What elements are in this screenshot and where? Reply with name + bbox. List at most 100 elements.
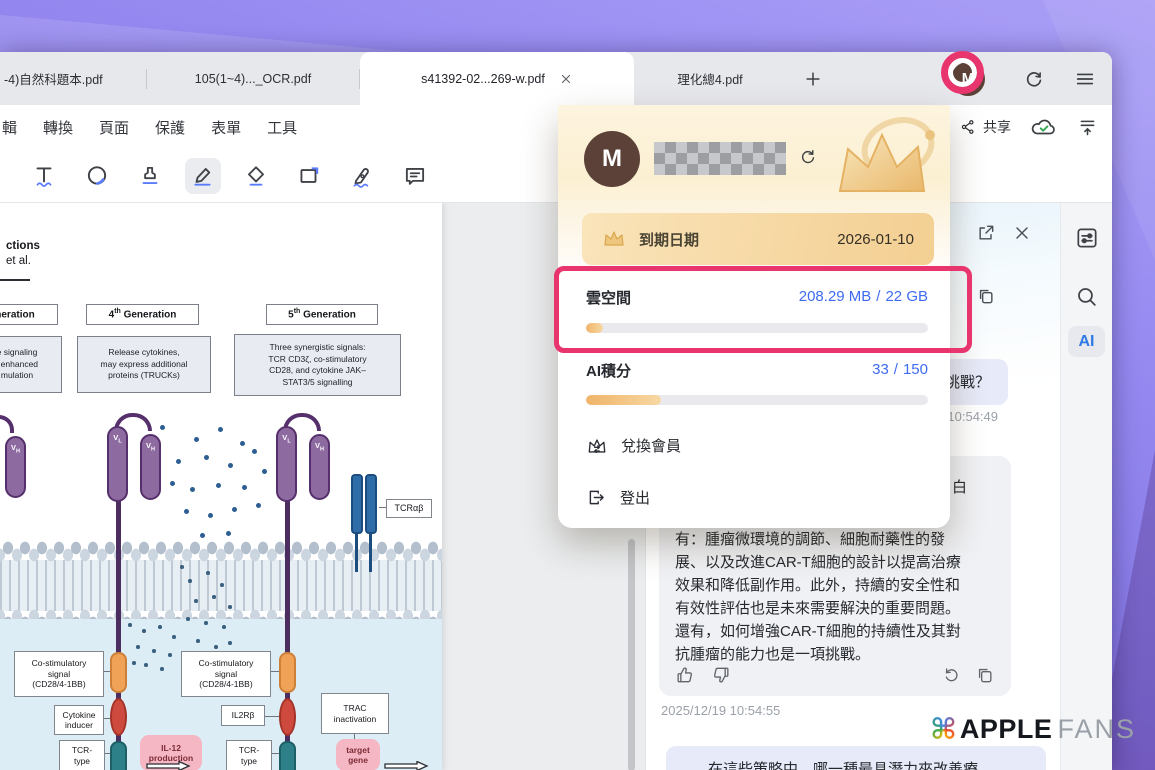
share-label: 共享 — [983, 119, 1011, 135]
label-connector — [271, 671, 279, 672]
tab-document-2[interactable]: 105(1~4)..._OCR.pdf — [147, 52, 359, 105]
right-tool-rail: AI — [1060, 203, 1112, 770]
ai-credits-progress-track — [586, 395, 928, 405]
copy-chat-icon[interactable] — [976, 286, 996, 306]
crown-icon — [604, 231, 624, 246]
tab-close-icon[interactable] — [559, 72, 573, 86]
collapse-toolbar-icon[interactable] — [1077, 117, 1098, 138]
highlight-annotation-ring — [941, 51, 984, 94]
tcr-signal-domain — [110, 741, 127, 770]
label-connector — [105, 753, 110, 754]
tcr-signal-domain — [279, 741, 296, 770]
generation-title-3: neration — [0, 304, 58, 325]
ai-credits-progress-fill — [586, 395, 662, 405]
scfv-domain: VH — [140, 434, 161, 500]
search-icon[interactable] — [1074, 284, 1099, 309]
logout-icon — [589, 490, 604, 505]
pdf-scrollbar[interactable] — [628, 539, 635, 770]
ai-assistant-button[interactable]: AI — [1068, 326, 1105, 357]
eraser-tool[interactable] — [238, 158, 274, 194]
redeem-label: 兌換會員 — [621, 438, 682, 455]
close-panel-icon[interactable] — [1012, 223, 1032, 243]
question-timestamp: 10:54:49 — [947, 409, 998, 424]
avatar-initial: M — [602, 145, 622, 172]
share-button[interactable]: 共享 — [960, 117, 1011, 137]
tab-document-1[interactable]: -4)自然科題本.pdf — [0, 52, 146, 105]
tabbar-spacer — [830, 52, 951, 105]
answer-timestamp: 2025/12/19 10:54:55 — [661, 703, 781, 718]
cytokine-inducer-domain — [279, 698, 296, 736]
scfv-domain: VL — [107, 426, 128, 502]
new-tab-button[interactable] — [796, 52, 830, 105]
menu-page[interactable]: 頁面 — [99, 117, 129, 138]
highlight-annotation-box — [554, 266, 972, 353]
sync-refresh-icon[interactable] — [1023, 68, 1045, 90]
scfv-domain: VH — [5, 436, 26, 498]
answer-fragment: 白 — [951, 479, 967, 496]
tcr-label-box: TCRαβ — [386, 499, 432, 518]
logout-button[interactable]: 登出 — [586, 487, 650, 508]
generation-desc-4: Release cytokines, may express additional… — [77, 336, 211, 393]
menu-form[interactable]: 表單 — [211, 117, 241, 138]
trac-label-box: TRAC inactivation — [321, 693, 389, 734]
label-connector — [272, 753, 279, 754]
tcr-type-label-box: TCR-type — [226, 740, 272, 770]
cytokine-inducer-label-box: Cytokine inducer — [54, 705, 104, 735]
regenerate-icon[interactable] — [941, 665, 961, 685]
cytokine-inducer-domain — [110, 698, 127, 736]
redeem-membership-button[interactable]: 兌換會員 — [586, 435, 681, 456]
thumbs-up-icon[interactable] — [675, 665, 695, 685]
menu-convert[interactable]: 轉換 — [43, 117, 73, 138]
highlighter-tool[interactable] — [185, 157, 221, 194]
cloud-synced-icon[interactable] — [1031, 116, 1057, 138]
crown-swap-icon — [588, 438, 606, 453]
menu-tools[interactable]: 工具 — [267, 117, 297, 138]
rectangle-tool[interactable] — [291, 158, 327, 194]
scfv-domain: VL — [276, 426, 297, 502]
costim-domain — [110, 652, 127, 693]
shape-draw-tool[interactable] — [79, 158, 115, 194]
pdf-header-rule — [0, 279, 30, 281]
costim-domain — [279, 652, 296, 693]
thumbs-down-icon[interactable] — [711, 665, 731, 685]
ai-badge-label: AI — [1078, 332, 1095, 350]
ai-credits-label: AI積分 — [586, 363, 632, 380]
tab-document-4[interactable]: 理化總4.pdf — [634, 52, 786, 105]
comment-tool[interactable] — [397, 158, 433, 194]
pdf-page: ctions et al. neration 4th Generation 5t… — [0, 203, 442, 770]
arrow-shape — [384, 761, 429, 770]
pdf-viewport[interactable]: ctions et al. neration 4th Generation 5t… — [0, 203, 645, 770]
menu-edit[interactable]: 輯 — [2, 117, 17, 138]
expiry-label: 到期日期 — [639, 231, 700, 249]
costim-label-box: Co-stimulatory signal (CD28/4-1BB) — [14, 651, 104, 697]
target-gene-box: target gene — [336, 739, 380, 770]
label-connector — [104, 718, 110, 719]
il2rb-label-box: IL2Rβ — [221, 705, 265, 726]
account-avatar-large: M — [584, 131, 640, 187]
signature-tool[interactable] — [344, 158, 380, 194]
expiry-date: 2026-01-10 — [837, 230, 914, 248]
menu-protect[interactable]: 保護 — [155, 117, 185, 138]
generation-title-5: 5th Generation — [266, 304, 378, 325]
tab-document-active[interactable]: s41392-02...269-w.pdf — [360, 52, 634, 105]
export-chat-icon[interactable] — [976, 223, 996, 243]
main-menu-icon[interactable] — [1074, 68, 1096, 90]
tab-label: s41392-02...269-w.pdf — [421, 71, 545, 86]
account-refresh-icon[interactable] — [798, 147, 818, 167]
scfv-domain: VH — [309, 434, 330, 500]
generation-desc-5: Three synergistic signals: TCR CD3ζ, co-s… — [234, 334, 401, 396]
membrane-lipid-heads — [0, 534, 442, 562]
costim-label-box: Co-stimulatory signal (CD28/4-1BB) — [181, 651, 271, 697]
share-icon — [961, 120, 974, 134]
tab-label: -4)自然科題本.pdf — [4, 73, 103, 87]
copy-answer-icon[interactable] — [975, 665, 995, 685]
properties-sliders-icon[interactable] — [1074, 225, 1100, 251]
scfv-linker — [0, 415, 14, 433]
tab-label: 理化總4.pdf — [677, 73, 743, 87]
text-markup-tool[interactable] — [26, 158, 62, 194]
stamp-tool[interactable] — [132, 158, 168, 194]
label-connector — [379, 507, 386, 508]
premium-crown-decoration — [838, 117, 935, 192]
answer-feedback-group — [675, 665, 731, 685]
tcr-beta-chain — [365, 474, 377, 534]
